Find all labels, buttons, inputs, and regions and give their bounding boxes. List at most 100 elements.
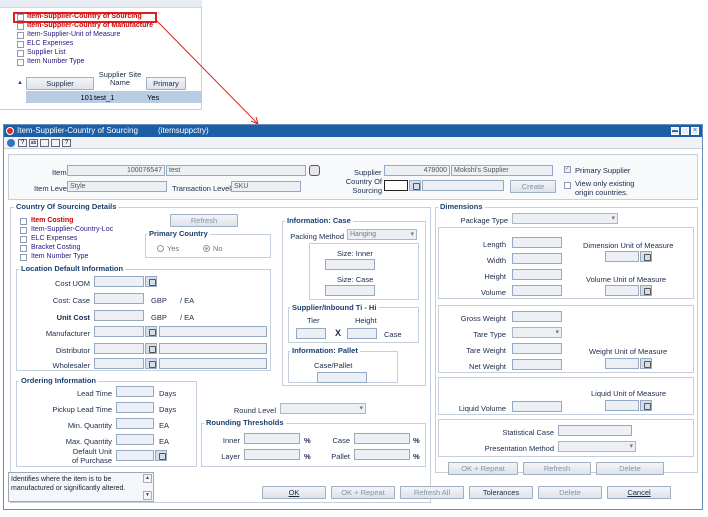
notes-icon[interactable] [51,139,60,147]
top-link-elc[interactable]: ELC Expenses [27,40,73,47]
wholesaler-desc-field[interactable] [159,358,267,369]
liquid-uom-lov-icon[interactable] [640,400,652,411]
vol-uom-lov-icon[interactable] [640,285,652,296]
pallet-field[interactable] [354,449,410,460]
liquid-uom-field[interactable] [605,400,639,411]
top-link-number-type[interactable]: Item Number Type [27,58,84,65]
close-icon[interactable]: × [691,127,699,135]
transaction-level-field[interactable]: SKU [231,181,301,192]
refresh-all-button[interactable]: Refresh All [400,486,464,499]
create-button[interactable]: Create [510,180,556,193]
dim-uom-lov-icon[interactable] [640,251,652,262]
radio-yes[interactable] [157,245,164,252]
dim-uom-field[interactable] [605,251,639,262]
presentation-method-select[interactable] [558,441,636,452]
inner-field[interactable] [244,433,300,444]
tolerances-button[interactable]: Tolerances [469,486,533,499]
package-type-select[interactable] [512,213,618,224]
info-icon[interactable]: ? [62,139,71,147]
link-checkbox[interactable] [20,218,27,225]
radio-no[interactable] [203,245,210,252]
unit-cost-field[interactable] [94,310,144,321]
link-checkbox[interactable] [17,50,24,57]
link-checkbox[interactable] [17,59,24,66]
scroll-up-icon[interactable]: ▲ [17,80,23,86]
dims-refresh-button[interactable]: Refresh [523,462,591,475]
cost-case-field[interactable] [94,293,144,304]
dims-delete-button[interactable]: Delete [596,462,664,475]
height-dim-field[interactable] [512,269,562,280]
liquid-volume-field[interactable] [512,401,562,412]
volume-field[interactable] [512,285,562,296]
help-icon[interactable]: ? [18,139,27,147]
top-link-uom[interactable]: Item-Supplier-Unit of Measure [27,31,120,38]
hint-scroll-up-icon[interactable]: ▲ [143,474,152,483]
cost-uom-lov-icon[interactable] [145,276,157,287]
link-checkbox[interactable] [20,254,27,261]
width-field[interactable] [512,253,562,264]
ok-button[interactable]: OK [262,486,326,499]
ok-repeat-button[interactable]: OK + Repeat [331,486,395,499]
top-link-supplier-list[interactable]: Supplier List [27,49,66,56]
hint-scroll-down-icon[interactable]: ▼ [143,491,152,500]
default-unit-lov-icon[interactable] [155,450,167,461]
tare-weight-field[interactable] [512,343,562,354]
link-item-number-type[interactable]: Item Number Type [31,253,88,260]
wholesaler-field[interactable] [94,358,144,369]
max-qty-field[interactable] [116,434,154,445]
col-header-supplier[interactable]: Supplier [26,77,94,90]
link-isc-loc[interactable]: Item-Supplier-Country-Loc [31,226,113,233]
manufacturer-lov-icon[interactable] [145,326,157,337]
size-inner-field[interactable] [325,259,375,270]
weight-uom-lov-icon[interactable] [640,358,652,369]
vol-uom-field[interactable] [605,285,639,296]
country-desc-field[interactable] [422,180,504,191]
country-lov-icon[interactable] [409,180,421,191]
link-checkbox[interactable] [20,245,27,252]
cost-uom-field[interactable] [94,276,144,287]
case-field[interactable] [354,433,410,444]
distributor-desc-field[interactable] [159,343,267,354]
item-desc-icon[interactable] [309,165,320,176]
item-number-field[interactable]: 100076547 [67,165,165,176]
min-qty-field[interactable] [116,418,154,429]
wholesaler-lov-icon[interactable] [145,358,157,369]
height-field[interactable] [347,328,377,339]
item-level-field[interactable]: Style [67,181,167,192]
manufacturer-desc-field[interactable] [159,326,267,337]
link-bracket-costing[interactable]: Bracket Costing [31,244,80,251]
packing-method-select[interactable]: Hanging [347,229,417,240]
link-checkbox[interactable] [17,23,24,30]
link-checkbox[interactable] [17,14,24,21]
spell-icon[interactable]: ab [29,139,38,147]
maximize-icon[interactable] [681,127,689,135]
delete-button[interactable]: Delete [538,486,602,499]
length-field[interactable] [512,237,562,248]
col-header-site[interactable]: Supplier Site Name [98,71,142,87]
statistical-case-field[interactable] [558,425,632,436]
minimize-icon[interactable]: ▬ [671,127,679,135]
distributor-field[interactable] [94,343,144,354]
case-pallet-field[interactable] [317,372,367,383]
link-checkbox[interactable] [20,236,27,243]
refresh-button[interactable]: Refresh [170,214,238,227]
link-item-costing[interactable]: Item Costing [31,217,73,224]
layer-field[interactable] [244,449,300,460]
tare-type-select[interactable] [512,327,562,338]
supplier-name-field[interactable]: Mokshi's Supplier [451,165,553,176]
calendar-icon[interactable] [40,139,49,147]
lead-time-field[interactable] [116,386,154,397]
link-elc-expenses[interactable]: ELC Expenses [31,235,77,242]
net-weight-field[interactable] [512,359,562,370]
item-desc-field[interactable]: test [166,165,306,176]
link-checkbox[interactable] [17,41,24,48]
top-link-cos[interactable]: Item-Supplier-Country of Sourcing [27,13,142,20]
weight-uom-field[interactable] [605,358,639,369]
distributor-lov-icon[interactable] [145,343,157,354]
manufacturer-field[interactable] [94,326,144,337]
link-checkbox[interactable] [17,32,24,39]
view-only-checkbox[interactable] [564,182,571,189]
size-case-field[interactable] [325,285,375,296]
round-level-select[interactable] [280,403,366,414]
supplier-number-field[interactable]: 478000 [384,165,450,176]
